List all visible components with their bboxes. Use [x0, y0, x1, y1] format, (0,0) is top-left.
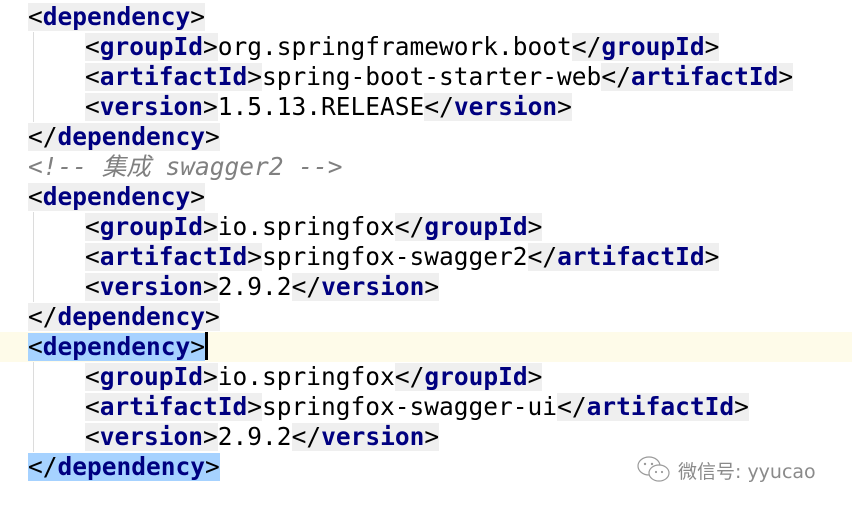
code-line[interactable]: <version>2.9.2</version> [0, 422, 852, 452]
closing-tag: </dependency> [28, 302, 220, 331]
text-caret [205, 332, 209, 360]
tag-name: dependency [42, 2, 191, 31]
closing-tag: </dependency> [28, 452, 220, 481]
code-line[interactable]: <groupId>org.springframework.boot</group… [0, 32, 852, 62]
tag-name: artifactId [630, 62, 779, 91]
opening-tag: <artifactId> [85, 62, 263, 91]
code-line[interactable]: <dependency> [0, 182, 852, 212]
opening-tag: <version> [85, 92, 218, 121]
opening-tag: <groupId> [85, 212, 218, 241]
code-line[interactable]: <groupId>io.springfox</groupId> [0, 212, 852, 242]
tag-name: artifactId [99, 242, 248, 271]
closing-tag: </version> [291, 272, 440, 301]
closing-tag: </groupId> [571, 32, 720, 61]
xml-comment: <!-- 集成 swagger2 --> [28, 152, 343, 181]
code-line[interactable]: <version>2.9.2</version> [0, 272, 852, 302]
opening-tag: <version> [85, 422, 218, 451]
opening-tag: <dependency> [28, 182, 206, 211]
opening-tag: <artifactId> [85, 242, 263, 271]
tag-value: org.springframework.boot [217, 32, 572, 61]
tag-name: dependency [57, 302, 206, 331]
opening-tag: <artifactId> [85, 392, 263, 421]
code-line[interactable]: <artifactId>spring-boot-starter-web</art… [0, 62, 852, 92]
tag-name: groupId [99, 32, 204, 61]
tag-name: artifactId [99, 62, 248, 91]
code-editor[interactable]: <dependency> <groupId>org.springframework… [0, 2, 852, 482]
closing-tag: </groupId> [394, 362, 543, 391]
tag-name: version [99, 92, 204, 121]
tag-name: groupId [99, 212, 204, 241]
tag-name: dependency [57, 452, 206, 481]
tag-name: artifactId [586, 392, 735, 421]
opening-tag: <dependency> [28, 2, 206, 31]
tag-name: groupId [601, 32, 705, 61]
opening-tag: <dependency> [28, 332, 206, 361]
tag-value: springfox-swagger-ui [262, 392, 558, 421]
tag-value: 1.5.13.RELEASE [217, 92, 425, 121]
code-line[interactable]: </dependency> [0, 122, 852, 152]
code-line[interactable]: <!-- 集成 swagger2 --> [0, 152, 852, 182]
tag-name: version [99, 422, 204, 451]
opening-tag: <groupId> [85, 362, 218, 391]
tag-name: version [99, 272, 204, 301]
closing-tag: </dependency> [28, 122, 220, 151]
tag-value: springfox-swagger2 [262, 242, 528, 271]
code-line[interactable]: <artifactId>springfox-swagger-ui</artifa… [0, 392, 852, 422]
tag-value: io.springfox [217, 362, 395, 391]
tag-name: groupId [99, 362, 204, 391]
tag-value: 2.9.2 [217, 272, 292, 301]
tag-name: groupId [424, 362, 528, 391]
opening-tag: <version> [85, 272, 218, 301]
watermark-text: 微信号: yyucao [678, 460, 816, 483]
code-line[interactable]: <dependency> [0, 2, 852, 32]
watermark: 微信号: yyucao [636, 455, 816, 485]
opening-tag: <groupId> [85, 32, 218, 61]
tag-name: version [321, 422, 425, 451]
code-line[interactable]: <groupId>io.springfox</groupId> [0, 362, 852, 392]
code-line[interactable]: <artifactId>springfox-swagger2</artifact… [0, 242, 852, 272]
tag-value: spring-boot-starter-web [262, 62, 602, 91]
tag-name: version [453, 92, 558, 121]
tag-name: dependency [57, 122, 206, 151]
closing-tag: </version> [291, 422, 440, 451]
tag-value: io.springfox [217, 212, 395, 241]
tag-name: groupId [424, 212, 528, 241]
tag-name: artifactId [557, 242, 705, 271]
closing-tag: </groupId> [394, 212, 543, 241]
tag-value: 2.9.2 [217, 422, 292, 451]
closing-tag: </artifactId> [601, 62, 794, 91]
code-line[interactable]: <dependency> [0, 332, 852, 362]
closing-tag: </artifactId> [527, 242, 720, 271]
tag-name: version [321, 272, 425, 301]
closing-tag: </version> [424, 92, 572, 121]
code-line[interactable]: <version>1.5.13.RELEASE</version> [0, 92, 852, 122]
tag-name: artifactId [99, 392, 248, 421]
closing-tag: </artifactId> [557, 392, 749, 421]
code-line[interactable]: </dependency> [0, 302, 852, 332]
tag-name: dependency [42, 182, 191, 211]
tag-name: dependency [42, 332, 191, 361]
wechat-icon [637, 456, 670, 482]
